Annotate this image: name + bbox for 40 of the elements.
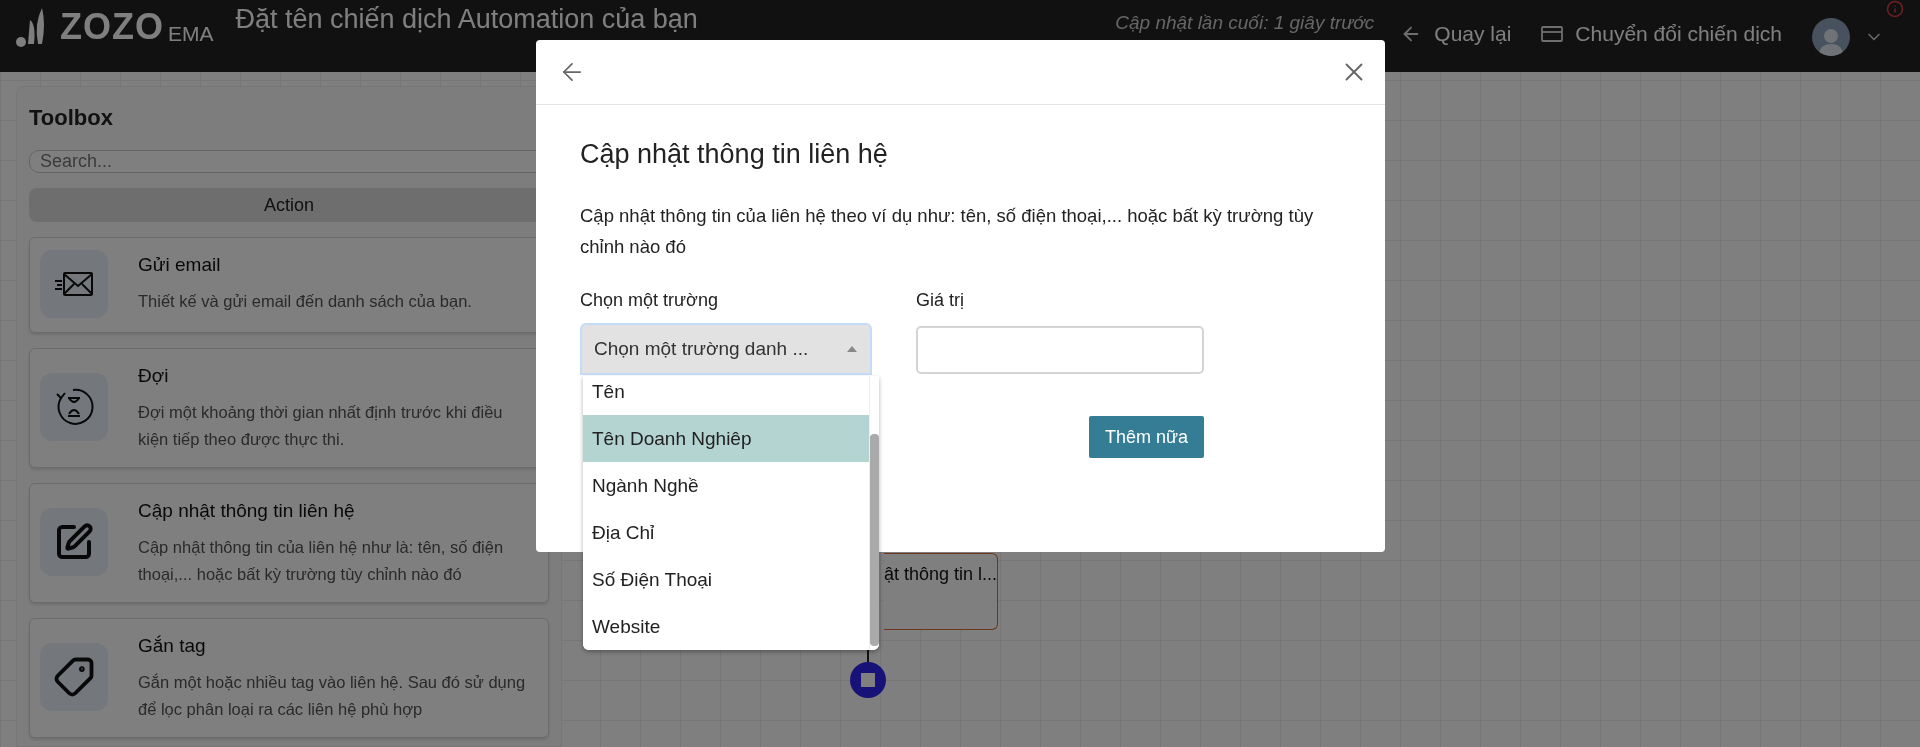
field-label: Giá trị xyxy=(916,290,965,311)
card-description: Thiết kế và gửi email đến danh sách của bạn. xyxy=(138,291,473,312)
dropdown-option[interactable]: Tên Doanh Nghiêp xyxy=(583,415,869,462)
card-description: Đợi một khoảng thời gian nhất định trước khi điều kiện tiếp theo được thực thi. xyxy=(138,402,504,450)
card-title: Gắn tag xyxy=(138,635,207,657)
card-description: Cập nhật thông tin của liên hệ như là: tên, số điện thoại,... hoặc bất kỳ trường tùy chỉnh nào đó xyxy=(138,537,505,585)
caret-icon xyxy=(846,345,858,353)
avatar[interactable] xyxy=(1812,18,1850,56)
field-label: Chọn một trường xyxy=(580,290,719,311)
end-node[interactable] xyxy=(850,662,886,698)
edit-icon xyxy=(54,522,94,562)
dropdown-option[interactable]: Website xyxy=(583,603,869,650)
field-select[interactable]: Chọn một trường danh ... xyxy=(580,323,872,375)
logo-suffix: EMA xyxy=(168,22,214,46)
dialog-description: Cập nhật thông tin của liên hệ theo ví dụ như: tên, số điện thoại,... hoặc bất kỳ trường tùy chỉnh nào đó xyxy=(580,204,1315,259)
campaign-title[interactable]: Đặt tên chiến dịch Automation của bạn xyxy=(235,4,698,35)
email-icon xyxy=(54,269,94,299)
value-field[interactable] xyxy=(916,326,1204,374)
toolbox-title: Toolbox xyxy=(29,105,114,131)
card-title: Cập nhật thông tin liên hệ xyxy=(138,500,356,522)
card-title: Đợi xyxy=(138,365,170,387)
card-description: Gắn một hoặc nhiều tag vào liên hệ. Sau đó sử dụng để lọc phân loại ra các liên hệ phù hợp xyxy=(138,672,527,720)
back-link[interactable]: Quay lại xyxy=(1400,22,1512,46)
add-more-button[interactable]: Thêm nữa xyxy=(1088,416,1204,458)
flow-node[interactable]: ật thông tin l... xyxy=(884,553,998,630)
switch-campaign-link[interactable]: Chuyển đổi chiến dịch xyxy=(1541,22,1782,46)
scrollbar-thumb[interactable] xyxy=(870,434,879,646)
tag-icon xyxy=(53,656,95,698)
card-icon xyxy=(1541,25,1564,43)
node-label: ật thông tin l... xyxy=(884,564,998,584)
logo-text: ZOZO xyxy=(60,6,164,48)
dialog-title: Cập nhật thông tin liên hệ xyxy=(580,139,889,170)
user-icon xyxy=(1818,26,1844,56)
stop-icon xyxy=(861,673,875,687)
action-card[interactable]: Cập nhật thông tin liên hệ Cập nhật thông tin của liên hệ như là: tên, số điện thoại,... hoặc bất kỳ trường tùy chỉnh nào đó xyxy=(29,483,549,603)
info-icon xyxy=(1886,0,1904,18)
last-updated: Cập nhật lần cuối: 1 giây trước xyxy=(1115,12,1375,34)
dropdown-option[interactable]: Tên xyxy=(583,376,869,415)
action-card[interactable]: Gắn tag Gắn một hoặc nhiều tag vào liên hệ. Sau đó sử dụng để lọc phân loại ra các liên hệ phù hợp xyxy=(29,618,549,738)
card-title: Gửi email xyxy=(138,254,222,276)
